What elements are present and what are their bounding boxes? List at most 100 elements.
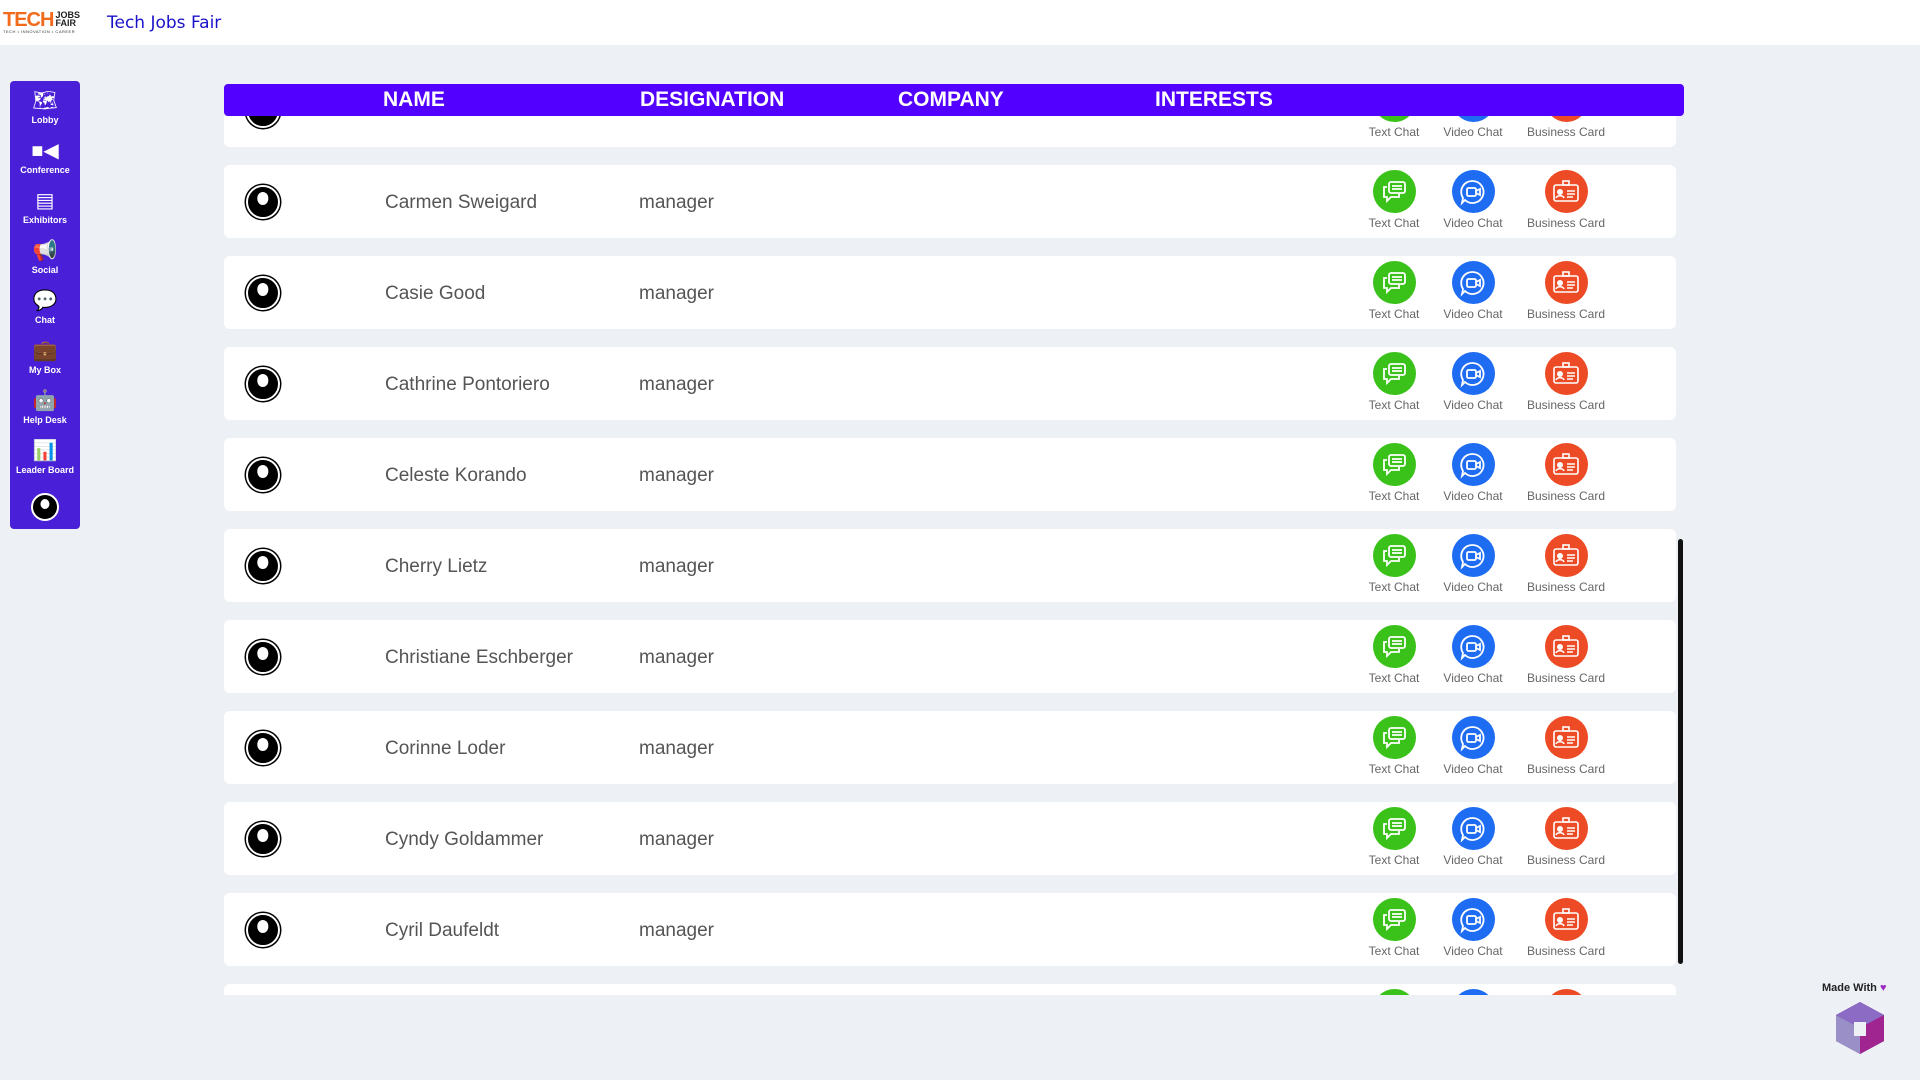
text-chat-button[interactable]: Text Chat [1349, 116, 1439, 139]
video-call-icon [1451, 352, 1495, 395]
table-row: Cherry Lietz manager Text Chat Video Chat B… [224, 529, 1676, 602]
attendee-name: Cyril Daufeldt [385, 920, 500, 941]
sidebar-item-chat[interactable]: 💬 Chat [10, 289, 80, 339]
attendee-designation: manager [639, 829, 714, 850]
video-chat-button[interactable]: Video Chat [1428, 716, 1518, 776]
video-chat-button-label: Video Chat [1443, 944, 1503, 958]
sidebar-item-exhibitors[interactable]: ▤ Exhibitors [10, 189, 80, 239]
bar-chart-icon: 📊 [32, 440, 58, 462]
attendee-designation: manager [639, 374, 714, 395]
booth-icon: ▤ [35, 190, 55, 212]
text-chat-button[interactable]: Text Chat [1349, 261, 1439, 321]
profile-avatar[interactable] [31, 493, 59, 521]
sidebar-item-leader-board[interactable]: 📊 Leader Board [10, 439, 80, 489]
chat-bubbles-icon [1372, 625, 1416, 668]
video-chat-button[interactable]: Video Chat [1428, 443, 1518, 503]
chat-bubbles-icon [1372, 352, 1416, 395]
business-card-button-label: Business Card [1526, 307, 1606, 321]
text-chat-button[interactable]: Text Chat [1349, 170, 1439, 230]
business-card-button[interactable]: Business Card [1521, 989, 1611, 995]
video-chat-button-label: Video Chat [1443, 125, 1503, 139]
text-chat-button[interactable]: Text Chat [1349, 898, 1439, 958]
text-chat-button[interactable]: Text Chat [1349, 989, 1439, 995]
scrollbar[interactable] [1678, 539, 1683, 964]
id-card-icon [1544, 716, 1588, 759]
business-card-button[interactable]: Business Card [1521, 443, 1611, 503]
video-chat-button-label: Video Chat [1443, 216, 1503, 230]
video-chat-button[interactable]: Video Chat [1428, 116, 1518, 139]
text-chat-button[interactable]: Text Chat [1349, 625, 1439, 685]
attendee-name: Celeste Korando [385, 465, 527, 486]
video-call-icon [1451, 716, 1495, 759]
sidebar-item-my-box[interactable]: 💼 My Box [10, 339, 80, 389]
video-call-icon [1451, 443, 1495, 486]
video-chat-button[interactable]: Video Chat [1428, 807, 1518, 867]
table-row: Carmen Sweigard manager Text Chat Video Ch… [224, 165, 1676, 238]
text-chat-button[interactable]: Text Chat [1349, 716, 1439, 776]
business-card-button[interactable]: Business Card [1521, 534, 1611, 594]
business-card-button[interactable]: Business Card [1521, 116, 1611, 139]
video-chat-button-label: Video Chat [1443, 762, 1503, 776]
text-chat-button[interactable]: Text Chat [1349, 534, 1439, 594]
chat-bubbles-icon [1372, 443, 1416, 486]
video-chat-button[interactable]: Video Chat [1428, 625, 1518, 685]
video-chat-button[interactable]: Video Chat [1428, 170, 1518, 230]
sidebar-item-label: Social [31, 265, 59, 275]
business-card-button[interactable]: Business Card [1521, 352, 1611, 412]
attendee-name: Corinne Loder [385, 738, 506, 759]
text-chat-button-label: Text Chat [1368, 216, 1420, 230]
attendee-name: Christiane Eschberger [385, 647, 573, 668]
attendee-designation: manager [639, 465, 714, 486]
video-chat-button[interactable]: Video Chat [1428, 989, 1518, 995]
attendee-name: Casie Good [385, 283, 486, 304]
made-with-cube-logo [1836, 1002, 1884, 1054]
business-card-button[interactable]: Business Card [1521, 807, 1611, 867]
text-chat-button[interactable]: Text Chat [1349, 807, 1439, 867]
text-chat-button-label: Text Chat [1368, 944, 1420, 958]
user-avatar-icon [246, 116, 280, 128]
id-card-icon [1544, 116, 1588, 122]
text-chat-button-label: Text Chat [1368, 307, 1420, 321]
user-avatar-icon [246, 731, 280, 765]
business-card-button-label: Business Card [1526, 580, 1606, 594]
text-chat-button-label: Text Chat [1368, 125, 1420, 139]
video-call-icon [1451, 625, 1495, 668]
sidebar-item-social[interactable]: 📢 Social [10, 239, 80, 289]
made-with-label: Made With ♥ [1822, 982, 1887, 994]
chat-bubbles-icon [1372, 534, 1416, 577]
video-call-icon [1451, 898, 1495, 941]
id-card-icon [1544, 989, 1588, 995]
video-chat-button-label: Video Chat [1443, 307, 1503, 321]
video-call-icon [1451, 261, 1495, 304]
business-card-button-label: Business Card [1526, 216, 1606, 230]
sidebar-item-conference[interactable]: ■◀ Conference [10, 139, 80, 189]
video-chat-button[interactable]: Video Chat [1428, 261, 1518, 321]
business-card-button[interactable]: Business Card [1521, 625, 1611, 685]
attendee-designation: manager [639, 920, 714, 941]
business-card-button[interactable]: Business Card [1521, 898, 1611, 958]
attendee-name: Cyndy Goldammer [385, 829, 544, 850]
top-bar: TECH JOBS FAIR TECH • INNOVATION • CAREER … [0, 0, 1920, 45]
header-company: COMPANY [898, 88, 1004, 111]
business-card-button-label: Business Card [1526, 853, 1606, 867]
attendee-name: Cathrine Pontoriero [385, 374, 550, 395]
table-row: Cyril Daufeldt manager Text Chat Video Cha… [224, 893, 1676, 966]
sidebar-item-lobby[interactable]: 🗺 Lobby [10, 89, 80, 139]
text-chat-button[interactable]: Text Chat [1349, 443, 1439, 503]
user-avatar-icon [246, 185, 280, 219]
video-chat-button[interactable]: Video Chat [1428, 898, 1518, 958]
sidebar-item-help-desk[interactable]: 🤖 Help Desk [10, 389, 80, 439]
business-card-button-label: Business Card [1526, 762, 1606, 776]
attendee-designation: manager [639, 738, 714, 759]
table-row: Text ChatVideo ChatBusiness Card [224, 984, 1676, 995]
business-card-button[interactable]: Business Card [1521, 170, 1611, 230]
business-card-button[interactable]: Business Card [1521, 716, 1611, 776]
header-interests: INTERESTS [1155, 88, 1273, 111]
video-chat-button[interactable]: Video Chat [1428, 534, 1518, 594]
sidebar-item-label: Conference [20, 165, 70, 175]
business-card-button[interactable]: Business Card [1521, 261, 1611, 321]
video-chat-button[interactable]: Video Chat [1428, 352, 1518, 412]
user-avatar-icon [246, 822, 280, 856]
text-chat-button[interactable]: Text Chat [1349, 352, 1439, 412]
business-card-button-label: Business Card [1526, 125, 1606, 139]
